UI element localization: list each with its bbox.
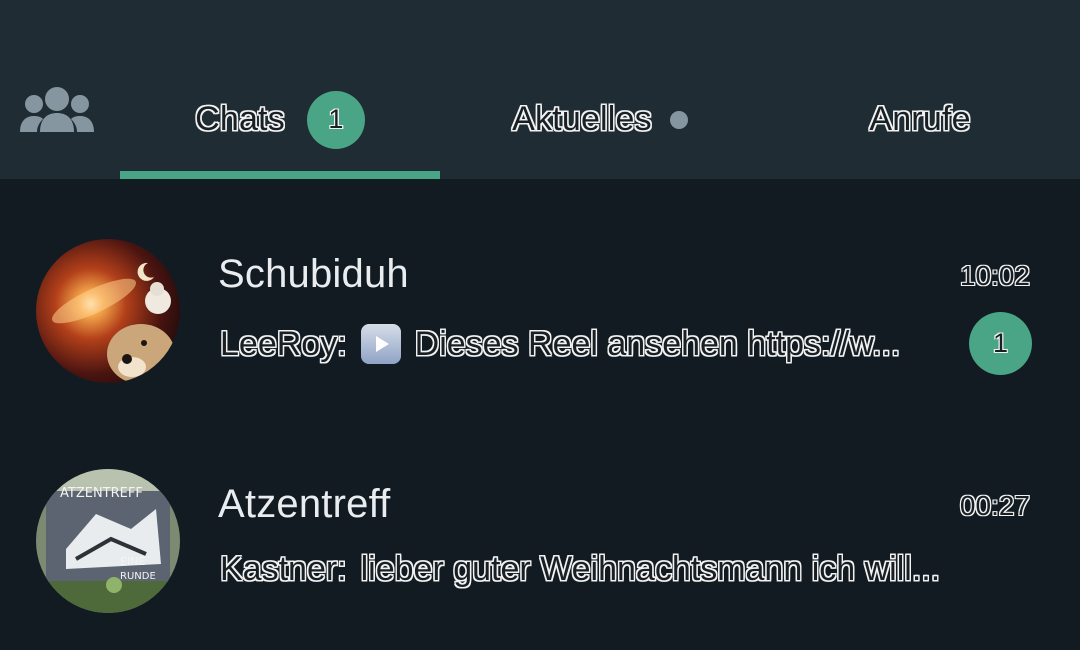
play-button-icon bbox=[360, 324, 401, 364]
chat-list-item[interactable]: Schubiduh 10:02 LeeRoy: Dieses Reel anse… bbox=[0, 232, 1080, 392]
chats-unread-badge: 1 bbox=[306, 90, 365, 149]
chat-name: Schubiduh bbox=[218, 252, 409, 296]
chat-preview: Kastner: lieber guter Weihnachtsmann ich… bbox=[220, 550, 1000, 589]
new-status-dot bbox=[669, 110, 688, 129]
avatar-text-line2: EINE bbox=[120, 555, 145, 568]
chat-name: Atzentreff bbox=[218, 482, 391, 526]
tab-anrufe[interactable]: Anrufe bbox=[760, 60, 1080, 179]
active-tab-indicator bbox=[120, 171, 440, 179]
avatar-image-atzentreff: ATZENTREFF EINE RUNDE bbox=[36, 469, 180, 613]
chat-list-item[interactable]: ATZENTREFF EINE RUNDE Atzentreff 00:27 K… bbox=[0, 462, 1080, 622]
tab-chats[interactable]: Chats 1 bbox=[120, 60, 440, 179]
chat-preview: LeeRoy: Dieses Reel ansehen https://w... bbox=[220, 324, 950, 364]
preview-sender: Kastner: bbox=[220, 550, 347, 588]
preview-text: lieber guter Weihnachtsmann ich will... bbox=[360, 550, 941, 588]
tab-chats-label: Chats bbox=[195, 100, 285, 138]
preview-text: Dieses Reel ansehen https://w... bbox=[414, 324, 901, 363]
tab-aktuelles[interactable]: Aktuelles bbox=[440, 60, 760, 179]
tab-bar: Chats 1 Aktuelles Anrufe bbox=[0, 0, 1080, 179]
tab-communities[interactable] bbox=[20, 86, 94, 134]
unread-count-badge: 1 bbox=[969, 312, 1032, 375]
chat-time: 10:02 bbox=[959, 260, 1030, 291]
avatar[interactable] bbox=[36, 239, 180, 383]
avatar-text-line3: RUNDE bbox=[120, 571, 156, 582]
chat-time: 00:27 bbox=[959, 490, 1030, 521]
community-icon bbox=[20, 87, 94, 132]
preview-sender: LeeRoy: bbox=[220, 324, 347, 363]
avatar[interactable]: ATZENTREFF EINE RUNDE bbox=[36, 469, 180, 613]
avatar-text-line1: ATZENTREFF bbox=[60, 486, 143, 501]
avatar-image-galaxy-dog bbox=[36, 239, 180, 383]
tab-anrufe-label: Anrufe bbox=[869, 100, 971, 138]
tab-aktuelles-label: Aktuelles bbox=[512, 100, 652, 138]
